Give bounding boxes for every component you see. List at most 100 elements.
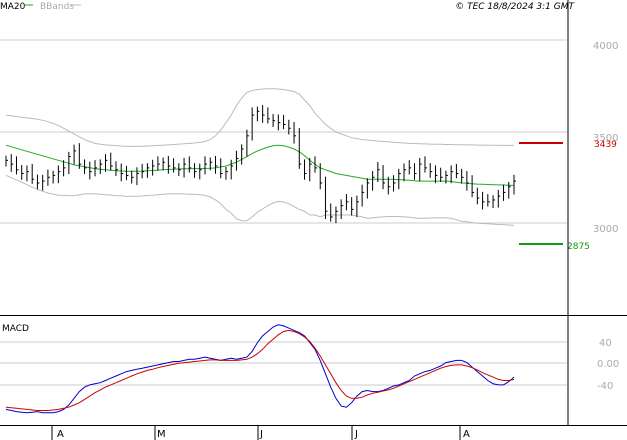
price-bar [487, 194, 490, 207]
price-bar [503, 184, 506, 201]
price-bar [466, 171, 469, 191]
price-bar [105, 154, 108, 172]
macd-panel: MACD 40 0.00 -40 [0, 324, 619, 414]
price-bar [235, 150, 239, 171]
price-bar [99, 159, 103, 175]
price-bar [110, 152, 113, 171]
price-bar [450, 165, 454, 184]
price-bar [408, 160, 412, 175]
month-label: A [57, 429, 64, 440]
price-bar [178, 163, 181, 176]
price-bar [10, 154, 14, 172]
price-bar [340, 199, 344, 219]
price-bar [52, 170, 56, 184]
price-bar [424, 156, 427, 173]
price-bar [115, 161, 118, 176]
price-bar [277, 114, 281, 131]
price-bar [47, 169, 50, 186]
price-bar [298, 128, 302, 169]
month-label: M [157, 429, 166, 440]
price-bar [167, 155, 171, 174]
legend-bbands: BBands [40, 2, 74, 12]
price-bar [21, 165, 24, 180]
price-bar [398, 168, 401, 190]
price-bar [372, 171, 375, 191]
price-bar [136, 167, 139, 186]
price-bar [324, 176, 328, 219]
price-bar [497, 189, 501, 208]
price-bar [413, 163, 417, 180]
price-bar [461, 168, 464, 184]
price-bar [42, 174, 45, 191]
price-bar [36, 174, 40, 190]
price-bar [194, 163, 197, 178]
price-bar [120, 163, 124, 182]
price-bar [26, 165, 29, 182]
price-bar [393, 175, 396, 192]
support-level-label: 2875 [567, 242, 590, 252]
price-bar [434, 165, 438, 184]
price-bar [262, 105, 265, 123]
price-bar [293, 122, 297, 144]
price-bar [267, 107, 270, 124]
price-bar [125, 165, 129, 181]
price-bar [330, 203, 333, 222]
time-axis: A M J J A [51, 426, 470, 440]
price-tick-label: 3000 [593, 224, 618, 235]
price-bar [162, 157, 166, 171]
price-bar [241, 144, 244, 165]
price-bar [251, 107, 255, 141]
price-bar [31, 163, 35, 184]
price-bar [131, 170, 134, 184]
resistance-level-label: 3439 [594, 140, 617, 150]
price-bar [382, 165, 386, 190]
price-bar [455, 163, 459, 179]
price-bar [256, 106, 260, 122]
price-bar [366, 178, 370, 199]
month-label: A [463, 429, 470, 440]
price-bar [68, 151, 71, 175]
price-bar [220, 158, 223, 179]
price-panel: 4000 3500 3000 3439 2875 [0, 39, 618, 252]
price-bar [482, 191, 485, 210]
price-bar [283, 114, 286, 130]
price-bar [513, 174, 516, 195]
price-bar [351, 197, 354, 216]
macd-tick-label: -40 [597, 381, 613, 392]
bollinger-upper-line [5, 88, 514, 147]
price-bar [78, 143, 82, 169]
price-bar [173, 158, 176, 173]
price-bar [419, 157, 422, 182]
price-bar [476, 187, 480, 205]
price-bar [57, 165, 61, 184]
price-bar [214, 155, 218, 174]
price-bar [440, 167, 443, 183]
price-bar [508, 182, 511, 199]
macd-line [5, 324, 515, 414]
price-bar [429, 163, 433, 178]
price-bar [230, 159, 234, 180]
price-bar [5, 155, 8, 167]
price-bar [199, 163, 202, 180]
price-bar [304, 159, 307, 180]
price-bar [403, 163, 407, 182]
price-bar [94, 160, 98, 177]
price-bar [188, 156, 192, 173]
price-bar [492, 195, 496, 209]
ma20-line [5, 144, 515, 186]
stock-chart: MA20 BBands © TEC 18/8/2024 3:1 GMT 4000… [0, 0, 627, 440]
price-bar [225, 166, 228, 180]
price-bar [152, 159, 155, 176]
legend-ma20: MA20 [0, 2, 26, 12]
bollinger-lower-line [5, 174, 515, 226]
price-bar [89, 161, 92, 180]
macd-tick-label: 0.00 [597, 359, 619, 370]
price-bar [361, 184, 365, 207]
price-bar [319, 163, 323, 190]
price-bar [157, 156, 160, 171]
month-label: J [354, 429, 358, 440]
price-bar [272, 114, 276, 127]
price-bar [356, 195, 359, 218]
price-bar [183, 157, 187, 178]
price-bar [246, 129, 249, 157]
